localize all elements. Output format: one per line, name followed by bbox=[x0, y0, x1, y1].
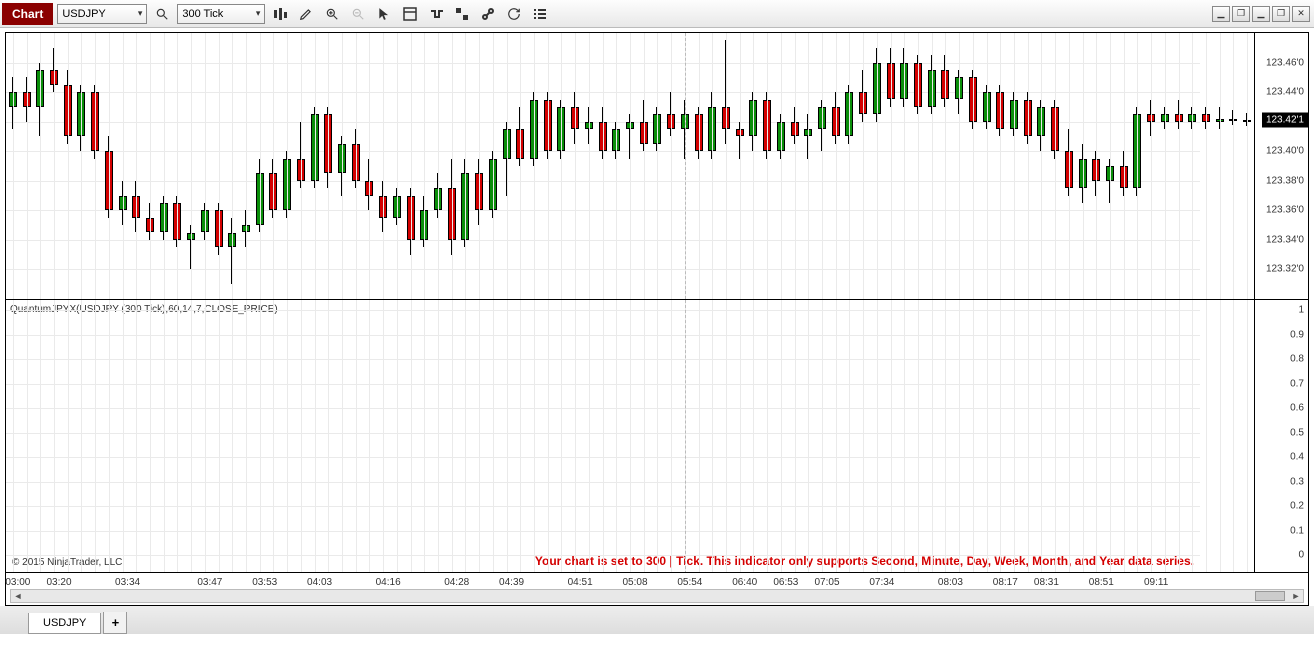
time-tick: 03:47 bbox=[197, 577, 222, 588]
time-tick: 03:00 bbox=[5, 577, 30, 588]
indicator-y-axis[interactable]: 1 0.9 0.8 0.7 0.6 0.5 0.4 0.3 0.2 0.1 0 bbox=[1254, 300, 1308, 574]
tab-usdjpy[interactable]: USDJPY bbox=[28, 613, 101, 634]
toolbar: Chart USDJPY 300 Tick ▁ ❐ ▁ ❐ ✕ bbox=[0, 0, 1314, 28]
price-tick: 123.34'0 bbox=[1266, 234, 1304, 245]
blocks-icon[interactable] bbox=[451, 3, 473, 25]
time-tick: 04:03 bbox=[307, 577, 332, 588]
max1-button[interactable]: ❐ bbox=[1232, 6, 1250, 22]
price-tick: 123.36'0 bbox=[1266, 205, 1304, 216]
indicator-tick: 0.5 bbox=[1290, 427, 1304, 438]
connect-icon[interactable] bbox=[477, 3, 499, 25]
time-tick: 04:28 bbox=[444, 577, 469, 588]
time-tick: 08:17 bbox=[993, 577, 1018, 588]
price-tick: 123.44'0 bbox=[1266, 87, 1304, 98]
time-tick: 08:51 bbox=[1089, 577, 1114, 588]
cursor-icon[interactable] bbox=[373, 3, 395, 25]
chart-container: 123.46'0 123.44'0 123.42'1 123.40'0 123.38'0… bbox=[5, 32, 1309, 606]
symbol-select[interactable]: USDJPY bbox=[57, 4, 147, 24]
candles-icon[interactable] bbox=[269, 3, 291, 25]
zoom-out-icon[interactable] bbox=[347, 3, 369, 25]
time-scrollbar[interactable]: ◄ ► bbox=[10, 589, 1304, 603]
time-tick: 07:05 bbox=[814, 577, 839, 588]
price-tick: 123.38'0 bbox=[1266, 175, 1304, 186]
indicator-tick: 0.1 bbox=[1290, 525, 1304, 536]
price-pane[interactable]: 123.46'0 123.44'0 123.42'1 123.40'0 123.38'0… bbox=[6, 33, 1308, 299]
refresh-icon[interactable] bbox=[503, 3, 525, 25]
time-tick: 03:53 bbox=[252, 577, 277, 588]
properties-icon[interactable] bbox=[529, 3, 551, 25]
time-tick: 05:08 bbox=[622, 577, 647, 588]
warning-text: Your chart is set to 300 | Tick. This in… bbox=[535, 554, 1194, 568]
time-tick: 08:03 bbox=[938, 577, 963, 588]
scroll-right-icon[interactable]: ► bbox=[1289, 591, 1303, 601]
time-tick: 06:40 bbox=[732, 577, 757, 588]
time-tick: 07:34 bbox=[869, 577, 894, 588]
time-tick: 03:20 bbox=[46, 577, 71, 588]
price-tick: 123.32'0 bbox=[1266, 264, 1304, 275]
close-button[interactable]: ✕ bbox=[1292, 6, 1310, 22]
draw-icon[interactable] bbox=[295, 3, 317, 25]
interval-select[interactable]: 300 Tick bbox=[177, 4, 265, 24]
time-tick: 03:34 bbox=[115, 577, 140, 588]
search-icon[interactable] bbox=[151, 3, 173, 25]
time-axis[interactable]: 03:00 03:20 03:34 03:47 03:53 04:03 04:16 04:28… bbox=[6, 572, 1308, 605]
step-icon[interactable] bbox=[425, 3, 447, 25]
indicator-tick: 0.8 bbox=[1290, 354, 1304, 365]
price-y-axis[interactable]: 123.46'0 123.44'0 123.42'1 123.40'0 123.38'0… bbox=[1254, 33, 1308, 299]
price-tick: 123.40'0 bbox=[1266, 146, 1304, 157]
max2-button[interactable]: ❐ bbox=[1272, 6, 1290, 22]
time-tick: 04:16 bbox=[376, 577, 401, 588]
data-window-icon[interactable] bbox=[399, 3, 421, 25]
indicator-tick: 0.2 bbox=[1290, 501, 1304, 512]
indicator-tick: 0 bbox=[1298, 550, 1304, 561]
time-tick: 09:11 bbox=[1144, 577, 1168, 588]
indicator-tick: 0.3 bbox=[1290, 476, 1304, 487]
zoom-in-icon[interactable] bbox=[321, 3, 343, 25]
min2-button[interactable]: ▁ bbox=[1252, 6, 1270, 22]
time-tick: 06:53 bbox=[773, 577, 798, 588]
window-controls: ▁ ❐ ▁ ❐ ✕ bbox=[1212, 6, 1310, 22]
indicator-tick: 0.6 bbox=[1290, 403, 1304, 414]
price-tick: 123.46'0 bbox=[1266, 57, 1304, 68]
time-tick: 04:39 bbox=[499, 577, 524, 588]
scroll-thumb[interactable] bbox=[1255, 591, 1285, 601]
indicator-pane[interactable]: QuantumJPYX(USDJPY (300 Tick),60,14,7,CL… bbox=[6, 299, 1308, 574]
min1-button[interactable]: ▁ bbox=[1212, 6, 1230, 22]
chart-title-badge: Chart bbox=[2, 3, 53, 25]
indicator-tick: 0.7 bbox=[1290, 378, 1304, 389]
time-tick: 04:51 bbox=[568, 577, 593, 588]
indicator-tick: 0.9 bbox=[1290, 329, 1304, 340]
indicator-tick: 1 bbox=[1298, 305, 1304, 316]
time-tick: 05:54 bbox=[677, 577, 702, 588]
indicator-tick: 0.4 bbox=[1290, 452, 1304, 463]
scroll-left-icon[interactable]: ◄ bbox=[11, 591, 25, 601]
add-tab-button[interactable]: + bbox=[103, 612, 127, 634]
current-price-label: 123.42'1 bbox=[1262, 113, 1308, 128]
time-tick: 08:31 bbox=[1034, 577, 1059, 588]
tab-bar: USDJPY + bbox=[0, 606, 1314, 634]
